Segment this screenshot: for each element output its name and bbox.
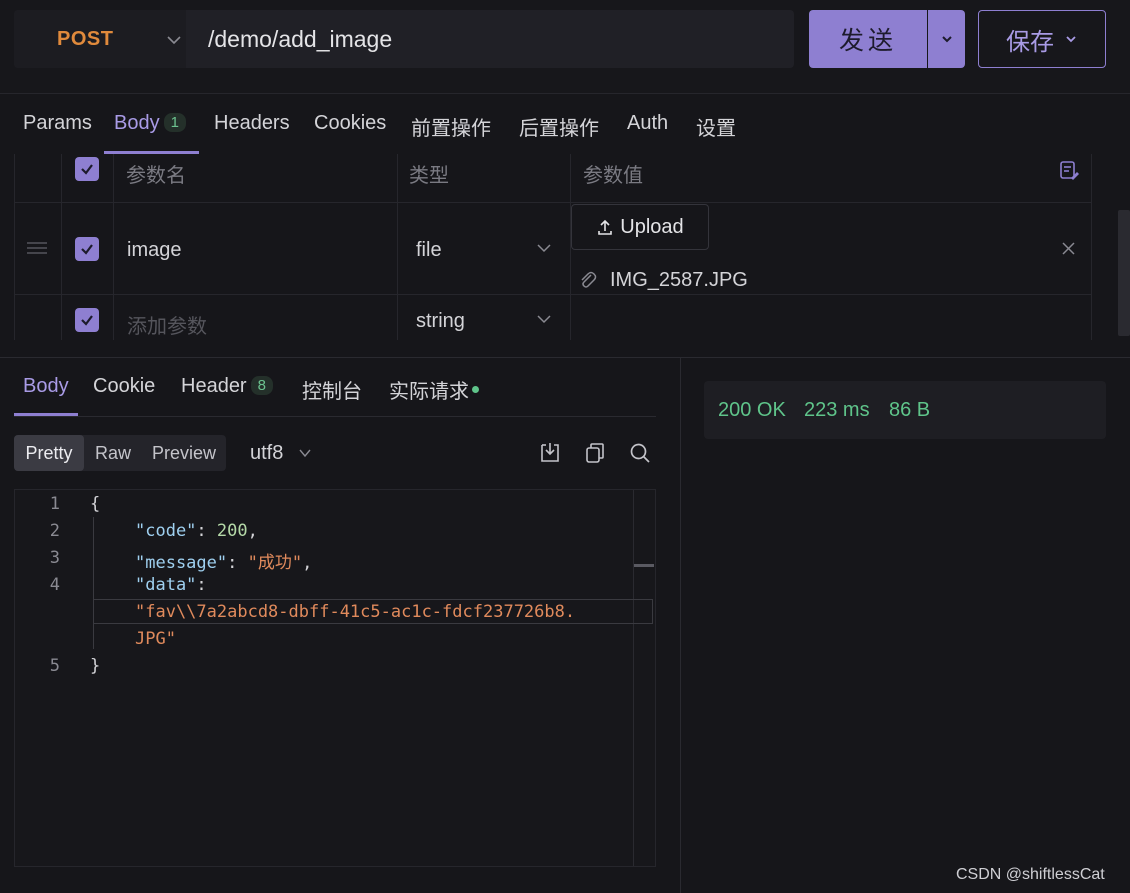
param-name[interactable]: image — [127, 239, 181, 262]
line-number: 5 — [49, 656, 60, 676]
column-header-name: 参数名 — [126, 165, 186, 187]
response-tab-body[interactable]: Body — [23, 375, 69, 398]
line-number: 4 — [49, 575, 60, 595]
column-divider — [61, 154, 62, 340]
tab-headers[interactable]: Headers — [214, 112, 290, 135]
chevron-down-icon[interactable] — [536, 240, 552, 256]
save-label: 保存 — [1006, 28, 1054, 56]
response-body-viewer[interactable] — [14, 489, 656, 867]
save-button[interactable]: 保存 — [978, 10, 1106, 68]
copy-icon[interactable] — [583, 441, 607, 465]
row-divider — [14, 202, 1092, 203]
response-status-bar: 200 OK 223 ms 86 B — [704, 381, 1106, 439]
status-code: 200 OK — [718, 399, 786, 421]
status-dot — [472, 386, 479, 393]
chevron-down-icon — [167, 36, 181, 45]
code-line: "data": — [135, 575, 207, 595]
view-preview-button[interactable]: Preview — [142, 435, 226, 471]
param-type-select[interactable]: file — [416, 239, 442, 262]
upload-icon — [598, 219, 613, 235]
tab-settings[interactable]: 设置 — [696, 112, 736, 141]
params-scrollbar[interactable] — [1118, 210, 1130, 336]
chevron-down-icon — [1066, 36, 1076, 43]
drag-handle-icon[interactable] — [26, 240, 48, 256]
check-icon — [81, 315, 93, 326]
watermark: CSDN @shiftlessCat — [956, 866, 1105, 883]
json-string: "fav\\7a2abcd8-dbff-41c5-ac1c-fdcf237726… — [135, 602, 576, 622]
param-type-select[interactable]: string — [416, 310, 465, 333]
column-header-value: 参数值 — [583, 165, 643, 187]
upload-label: Upload — [620, 215, 684, 238]
json-key: "code" — [135, 521, 197, 541]
json-string: "成功" — [247, 553, 303, 573]
response-tab-console[interactable]: 控制台 — [302, 375, 362, 404]
line-number: 1 — [49, 494, 60, 514]
view-raw-button[interactable]: Raw — [84, 435, 142, 471]
select-all-checkbox[interactable] — [75, 157, 99, 181]
column-header-type: 类型 — [409, 165, 449, 187]
column-divider — [397, 154, 398, 340]
response-tab-header-badge: 8 — [250, 376, 273, 395]
json-number: 200 — [216, 521, 248, 541]
upload-button[interactable]: Upload — [571, 204, 709, 250]
tab-post-actions[interactable]: 后置操作 — [519, 112, 599, 141]
response-time: 223 ms — [804, 399, 870, 421]
code-line: "message": "成功", — [135, 553, 313, 573]
chevron-down-icon[interactable] — [536, 311, 552, 327]
chevron-down-icon[interactable] — [298, 446, 312, 460]
tab-auth[interactable]: Auth — [627, 112, 668, 135]
view-pretty-button[interactable]: Pretty — [14, 435, 84, 471]
tab-pre-actions[interactable]: 前置操作 — [411, 112, 491, 141]
encoding-label: utf8 — [250, 442, 284, 464]
view-mode-switch: Pretty Raw Preview — [14, 435, 226, 471]
search-icon[interactable] — [628, 441, 652, 465]
tab-cookies[interactable]: Cookies — [314, 112, 386, 135]
attachment-icon — [581, 271, 597, 288]
response-tab-header-label: Header — [181, 375, 247, 397]
download-icon[interactable] — [538, 441, 562, 465]
tab-params[interactable]: Params — [23, 112, 92, 135]
column-divider — [113, 154, 114, 340]
code-line: { — [90, 494, 101, 514]
row-checkbox[interactable] — [75, 308, 99, 332]
response-tab-cookie[interactable]: Cookie — [93, 375, 155, 398]
response-tab-actual-request-label: 实际请求 — [389, 381, 469, 403]
tab-body[interactable]: Body 1 — [114, 112, 186, 135]
encoding-select[interactable]: utf8 — [250, 442, 283, 465]
attached-file-name[interactable]: IMG_2587.JPG — [610, 269, 748, 292]
close-icon[interactable] — [1061, 241, 1076, 256]
code-line: "code": 200, — [135, 521, 258, 541]
check-icon — [81, 164, 93, 175]
method-select[interactable]: POST — [14, 10, 186, 68]
active-response-tab-indicator — [14, 413, 78, 416]
tab-body-label: Body — [114, 112, 160, 134]
tab-body-badge: 1 — [163, 113, 186, 132]
url-text[interactable]: /demo/add_image — [208, 26, 392, 53]
line-number: 2 — [49, 521, 60, 541]
line-number: 3 — [49, 548, 60, 568]
json-string: JPG" — [135, 629, 176, 649]
json-key: "data" — [135, 575, 197, 595]
code-line: } — [90, 656, 101, 676]
json-key: "message" — [135, 553, 228, 573]
row-divider — [14, 294, 1092, 295]
method-label: POST — [57, 28, 114, 50]
panel-divider-vertical[interactable] — [680, 358, 681, 893]
response-tab-header[interactable]: Header 8 — [181, 375, 273, 398]
code-scroll-thumb[interactable] — [634, 564, 654, 567]
indent-guide — [93, 517, 94, 649]
send-button[interactable]: 发送 — [809, 10, 927, 68]
add-param-input[interactable]: 添加参数 — [127, 310, 207, 339]
code-scroll-track — [633, 490, 634, 866]
response-tab-actual-request[interactable]: 实际请求 — [389, 375, 479, 404]
chevron-down-icon — [941, 36, 952, 43]
response-size: 86 B — [889, 399, 931, 421]
panel-divider[interactable] — [0, 357, 1130, 358]
row-checkbox[interactable] — [75, 237, 99, 261]
send-dropdown-button[interactable] — [928, 10, 965, 68]
bulk-edit-icon[interactable] — [1058, 159, 1080, 181]
response-tabs-baseline — [14, 416, 656, 417]
check-icon — [81, 244, 93, 255]
